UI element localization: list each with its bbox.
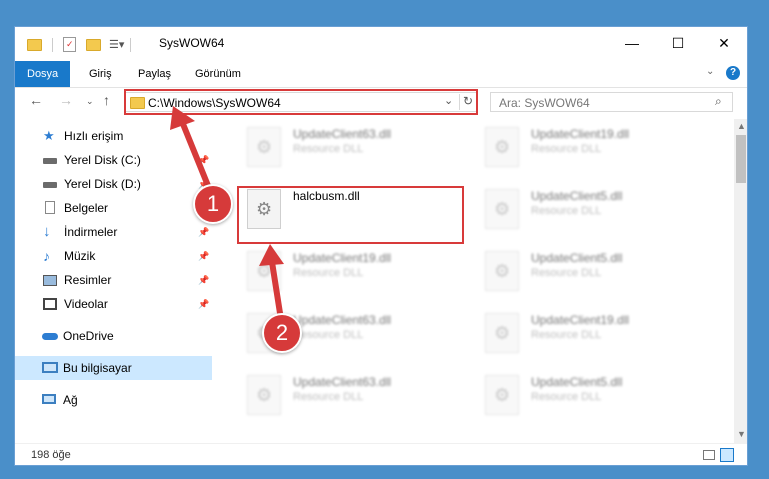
step-1-badge: 1: [193, 184, 233, 224]
arrowhead-up-icon: [259, 244, 284, 266]
annotation-arrows: [170, 106, 285, 327]
step-2-badge: 2: [262, 313, 302, 353]
